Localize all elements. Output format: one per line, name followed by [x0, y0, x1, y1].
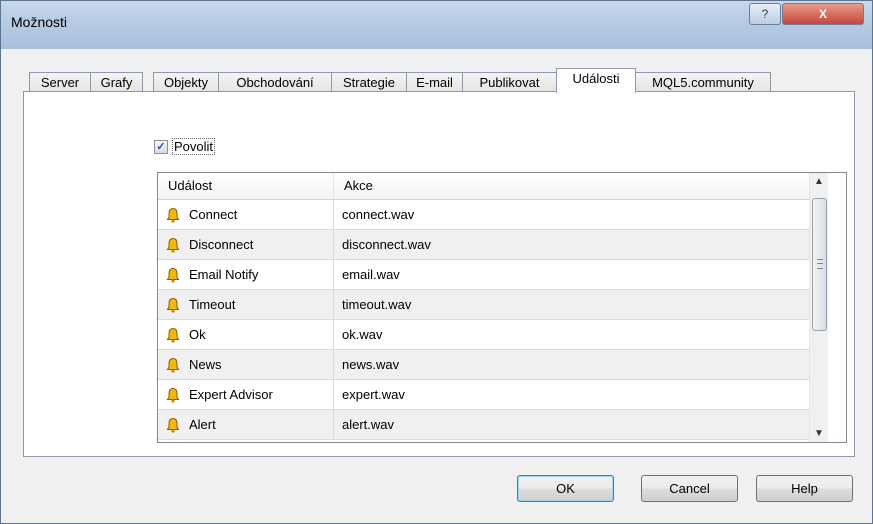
dialog-title: Možnosti [11, 14, 68, 30]
event-name: Timeout [189, 297, 236, 312]
options-dialog: Možnosti ? X Server Grafy Objekty Obchod… [0, 0, 873, 524]
list-item[interactable]: Disconnect disconnect.wav [158, 230, 809, 260]
tab-publikovat[interactable]: Publikovat [462, 72, 557, 92]
action-value: ok.wav [342, 327, 383, 342]
enable-label[interactable]: Povolit [172, 138, 216, 155]
enable-checkbox[interactable]: ✓ [154, 140, 168, 154]
tab-udalosti[interactable]: Události [556, 68, 636, 93]
event-name: Expert Advisor [189, 387, 273, 402]
list-item[interactable]: Alert alert.wav [158, 410, 809, 440]
action-value: alert.wav [342, 417, 395, 432]
action-value: email.wav [342, 267, 400, 282]
tab-grafy[interactable]: Grafy [90, 72, 143, 92]
action-value: disconnect.wav [342, 237, 431, 252]
action-value: timeout.wav [342, 297, 412, 312]
title-bar[interactable]: Možnosti ? X [1, 1, 872, 49]
tab-email[interactable]: E-mail [406, 72, 463, 92]
scroll-down-arrow-icon[interactable]: ▼ [810, 425, 828, 442]
cancel-button[interactable]: Cancel [641, 475, 738, 502]
event-name: News [189, 357, 222, 372]
titlebar-close-button[interactable]: X [782, 3, 864, 25]
bell-icon [166, 207, 180, 223]
bell-icon [166, 357, 180, 373]
event-name: Disconnect [189, 237, 254, 252]
help-button[interactable]: Help [756, 475, 853, 502]
tab-obchodovani[interactable]: Obchodování [218, 72, 332, 92]
list-item[interactable]: Expert Advisor expert.wav [158, 380, 809, 410]
tab-objekty[interactable]: Objekty [153, 72, 219, 92]
tab-server[interactable]: Server [29, 72, 91, 92]
event-cell: Alert [158, 410, 334, 439]
scroll-thumb[interactable] [812, 198, 827, 331]
list-header: Událost Akce [158, 173, 809, 200]
bell-icon [166, 237, 180, 253]
bell-icon [166, 417, 180, 433]
event-name: Alert [189, 417, 216, 432]
dialog-body: Server Grafy Objekty Obchodování Strateg… [11, 49, 862, 515]
action-value: expert.wav [342, 387, 405, 402]
bell-icon [166, 297, 180, 313]
events-list[interactable]: Událost Akce Connect connect.wav Disconn… [157, 172, 847, 443]
titlebar-help-button[interactable]: ? [749, 3, 781, 25]
event-name: Email Notify [189, 267, 259, 282]
list-item[interactable]: Timeout timeout.wav [158, 290, 809, 320]
event-cell: Email Notify [158, 260, 334, 289]
list-item[interactable]: Ok ok.wav [158, 320, 809, 350]
event-cell: Ok [158, 320, 334, 349]
event-cell: News [158, 350, 334, 379]
action-value: connect.wav [342, 207, 415, 222]
ok-button[interactable]: OK [517, 475, 614, 502]
vertical-scrollbar[interactable]: ▲ ▼ [809, 173, 828, 442]
scroll-up-arrow-icon[interactable]: ▲ [810, 173, 828, 190]
tab-mql5-community[interactable]: MQL5.community [635, 72, 771, 92]
event-cell: Timeout [158, 290, 334, 319]
list-item[interactable]: Connect connect.wav [158, 200, 809, 230]
column-header-event[interactable]: Událost [158, 173, 334, 199]
event-name: Ok [189, 327, 206, 342]
list-item[interactable]: Email Notify email.wav [158, 260, 809, 290]
event-cell: Expert Advisor [158, 380, 334, 409]
grip-icon [817, 259, 823, 269]
event-cell: Disconnect [158, 230, 334, 259]
tab-strategie[interactable]: Strategie [331, 72, 407, 92]
bell-icon [166, 267, 180, 283]
bell-icon [166, 327, 180, 343]
list-item[interactable]: News news.wav [158, 350, 809, 380]
column-header-action[interactable]: Akce [334, 173, 809, 199]
action-value: news.wav [342, 357, 400, 372]
event-cell: Connect [158, 200, 334, 229]
list-rows: Connect connect.wav Disconnect disconnec… [158, 200, 809, 440]
bell-icon [166, 387, 180, 403]
event-name: Connect [189, 207, 238, 222]
